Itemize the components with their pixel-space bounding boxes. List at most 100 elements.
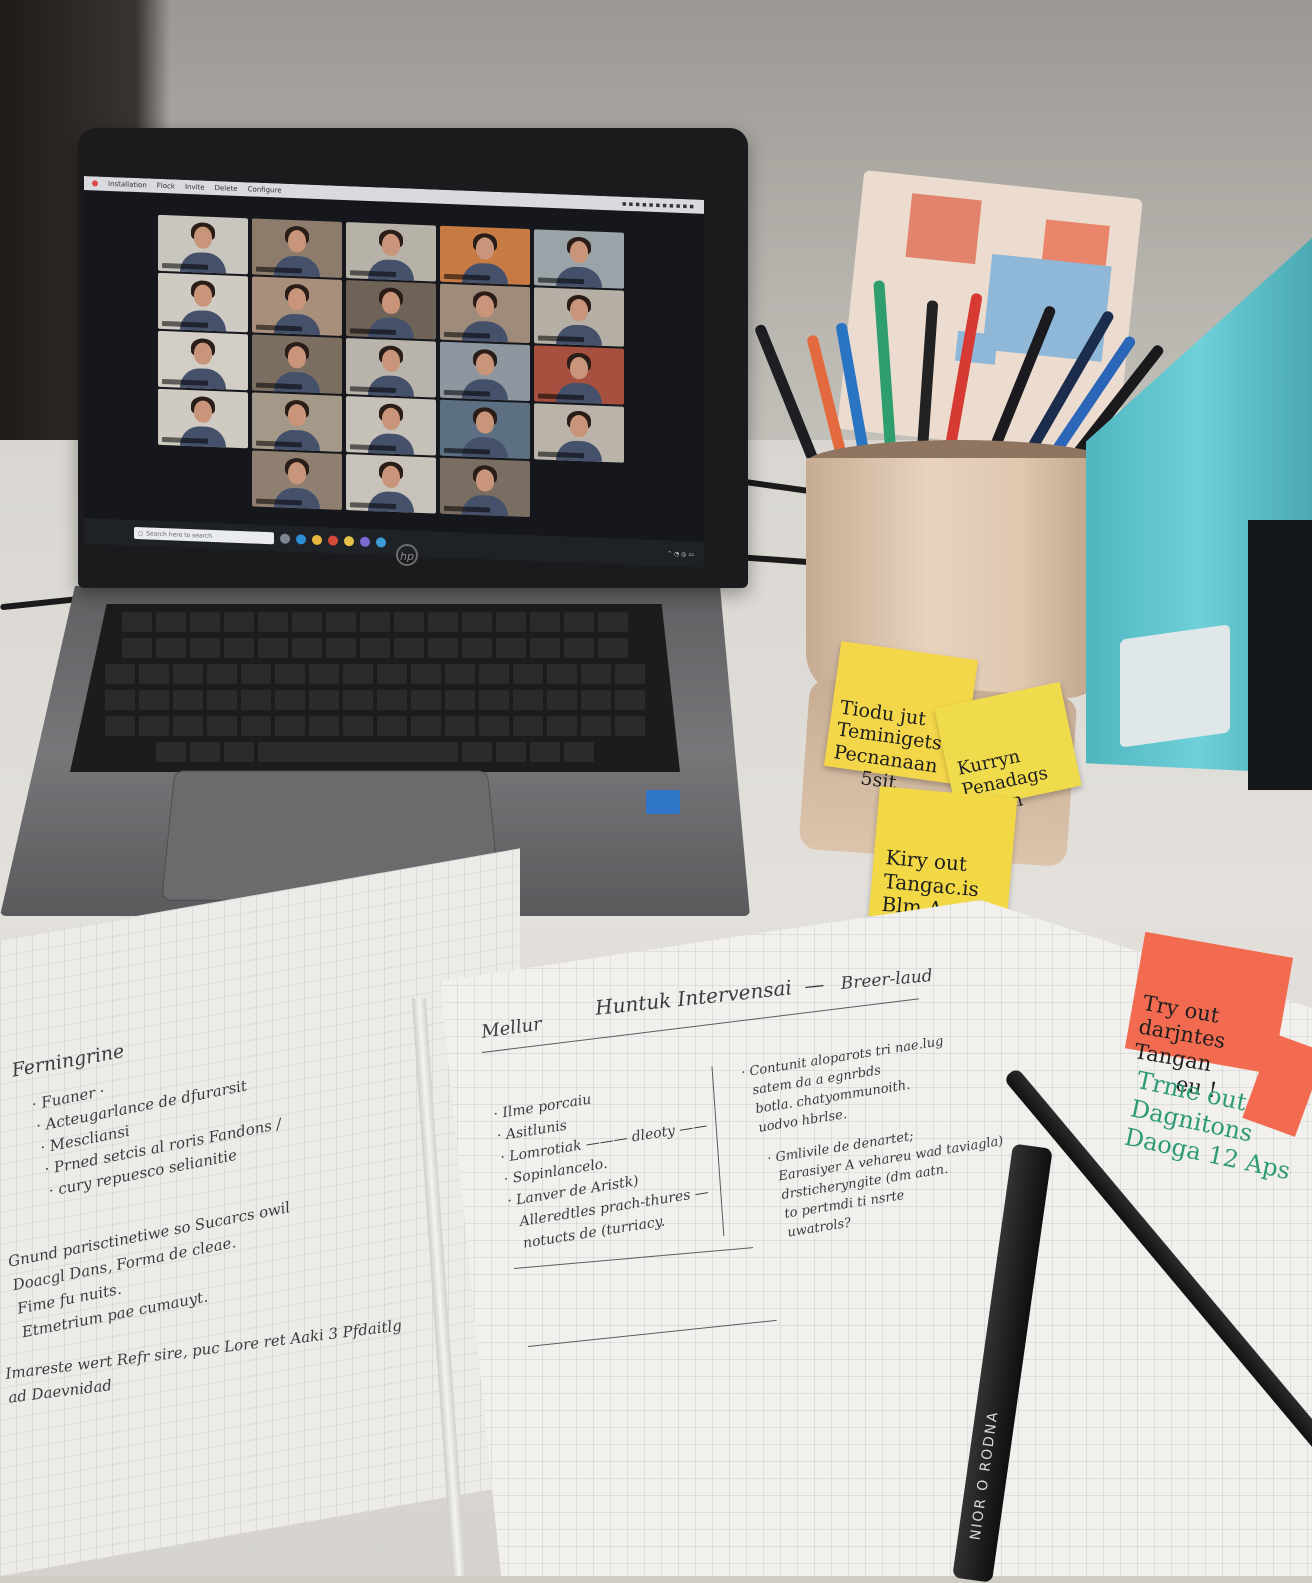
office-icon[interactable] — [328, 535, 338, 546]
participant-body — [274, 313, 320, 336]
participant-body — [368, 316, 414, 339]
participant-body — [274, 255, 320, 278]
edge-icon[interactable] — [296, 534, 306, 545]
participant-body — [274, 429, 320, 452]
participant-face — [476, 469, 494, 492]
laptop-sticker — [646, 790, 680, 814]
dark-box — [1248, 520, 1312, 790]
participant-tile[interactable] — [346, 396, 436, 456]
taskbar-search-text: Search here to search — [146, 529, 213, 540]
participant-name-tag — [162, 262, 208, 270]
participant-face — [194, 342, 212, 365]
participant-tile[interactable] — [252, 392, 342, 452]
marker-label: NIOR O RODNA — [967, 1409, 1002, 1542]
participant-tile[interactable] — [252, 334, 342, 394]
participant-face — [382, 349, 400, 373]
hp-logo: hp — [396, 544, 418, 566]
participant-name-tag — [538, 451, 584, 459]
participant-name-tag — [350, 444, 396, 451]
participant-name-tag — [444, 447, 490, 455]
participant-tile[interactable] — [440, 225, 530, 286]
participant-tile[interactable] — [440, 457, 530, 518]
participant-face — [570, 240, 588, 264]
participant-face — [288, 229, 306, 253]
menu-item[interactable]: Configure — [248, 185, 282, 194]
participant-body — [368, 374, 414, 397]
taskbar-search[interactable]: ○ Search here to search — [134, 526, 274, 545]
participant-body — [274, 487, 320, 510]
participant-name-tag — [256, 324, 302, 332]
participant-tile[interactable] — [158, 272, 248, 333]
participant-face — [570, 298, 588, 322]
participant-tile[interactable] — [534, 287, 624, 347]
participant-tile[interactable] — [440, 341, 530, 402]
binder-label — [1120, 624, 1230, 748]
participant-tile[interactable] — [346, 338, 436, 398]
right-page-bullets-left: · Ilme porcaiu · Asitlunis · Lomrotiak ———… — [492, 1071, 723, 1256]
menu-item[interactable]: Invite — [185, 183, 205, 192]
video-call-grid — [158, 214, 630, 519]
participant-name-tag — [350, 502, 396, 509]
participant-name-tag — [444, 389, 490, 397]
participant-body — [556, 382, 602, 404]
participant-face — [288, 461, 306, 485]
participant-face — [570, 356, 588, 380]
participant-name-tag — [350, 328, 396, 335]
taskview-icon[interactable] — [280, 533, 290, 544]
chrome-icon[interactable] — [312, 534, 322, 546]
participant-tile[interactable] — [346, 280, 436, 340]
participant-tile[interactable] — [534, 345, 624, 405]
participant-tile[interactable] — [158, 388, 248, 449]
participant-face — [382, 407, 400, 431]
participant-name-tag — [350, 386, 396, 393]
participant-body — [180, 425, 226, 448]
menu-item[interactable]: Installation — [108, 180, 147, 189]
participant-tile[interactable] — [346, 454, 436, 514]
participant-body — [556, 440, 602, 462]
toolbar-icons[interactable]: ▪▪▪▪▪▪▪▪▪▪▪ — [622, 200, 696, 211]
participant-body — [180, 309, 226, 332]
participant-face — [194, 226, 212, 249]
participant-tile[interactable] — [252, 450, 342, 510]
participant-tile[interactable] — [346, 222, 436, 282]
participant-tile[interactable] — [440, 399, 530, 460]
participant-tile[interactable] — [158, 330, 248, 391]
participant-body — [180, 251, 226, 274]
participant-name-tag — [444, 505, 490, 513]
participant-name-tag — [162, 320, 208, 328]
folder-icon[interactable] — [344, 535, 354, 547]
app-icon[interactable] — [376, 537, 386, 548]
participant-body — [462, 320, 508, 343]
search-icon: ○ — [138, 529, 144, 537]
participant-tile[interactable] — [158, 214, 248, 275]
participant-face — [476, 295, 494, 318]
participant-face — [382, 291, 400, 315]
participant-body — [556, 266, 602, 288]
participant-name-tag — [444, 331, 490, 339]
participant-body — [462, 378, 508, 401]
participant-body — [462, 262, 508, 285]
teams-icon[interactable] — [360, 536, 370, 547]
participant-face — [476, 411, 494, 434]
menu-item[interactable]: Delete — [215, 184, 238, 193]
participant-body — [274, 371, 320, 394]
system-tray[interactable]: ⌃ ◔ ◎ ▭ — [667, 550, 694, 558]
participant-body — [462, 436, 508, 459]
participant-body — [368, 258, 414, 281]
participant-tile[interactable] — [252, 276, 342, 336]
participant-face — [288, 345, 306, 369]
laptop-keyboard — [70, 604, 680, 772]
participant-name-tag — [256, 266, 302, 274]
participant-face — [476, 353, 494, 376]
participant-tile[interactable] — [534, 229, 624, 289]
participant-tile[interactable] — [534, 403, 624, 463]
menu-item[interactable]: Flock — [157, 182, 175, 191]
participant-face — [194, 284, 212, 307]
participant-tile[interactable] — [252, 218, 342, 278]
participant-body — [556, 324, 602, 346]
app-logo-icon — [92, 180, 98, 187]
participant-name-tag — [162, 378, 208, 386]
participant-tile[interactable] — [440, 283, 530, 344]
participant-face — [476, 237, 494, 260]
participant-name-tag — [256, 498, 302, 506]
